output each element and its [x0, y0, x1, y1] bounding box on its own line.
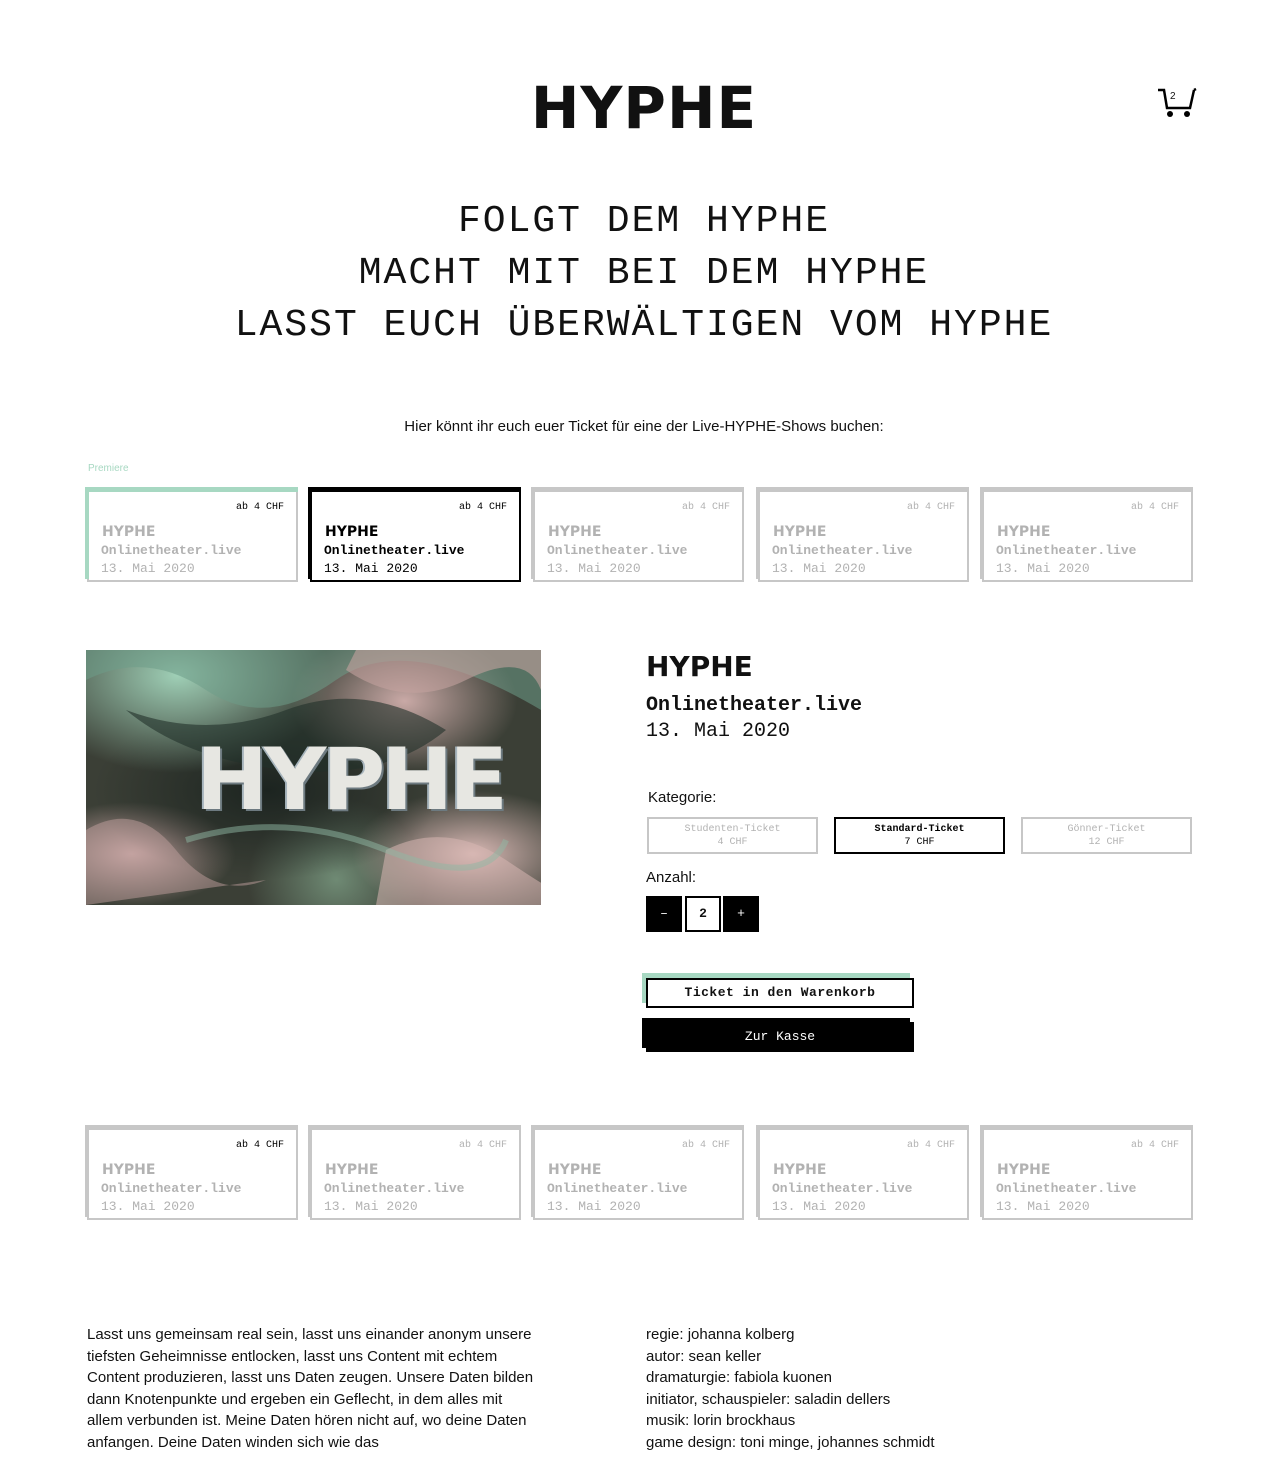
show-price: ab 4 CHF	[458, 502, 507, 513]
show-venue: Onlinetheater.live	[996, 1181, 1137, 1196]
show-date: 13. Mai 2020	[324, 561, 418, 576]
show-title: HYPHE	[997, 1162, 1051, 1178]
checkout-button[interactable]: Zur Kasse	[646, 1022, 914, 1052]
show-price: ab 4 CHF	[235, 1140, 284, 1151]
show-poster-image: HYPHE	[86, 650, 541, 905]
show-price: ab 4 CHF	[681, 502, 730, 513]
cart-count-badge: 2	[1170, 91, 1176, 102]
credit-item: regie: johanna kolberg	[646, 1326, 795, 1343]
show-date: 13. Mai 2020	[547, 1199, 641, 1214]
category-option-patron[interactable]: Gönner-Ticket 12 CHF	[1021, 817, 1192, 854]
show-card[interactable]: ab 4 CHF HYPHE Onlinetheater.live 13. Ma…	[980, 1125, 1193, 1220]
show-price: ab 4 CHF	[1130, 1140, 1179, 1151]
category-price: 7 CHF	[904, 837, 935, 848]
show-price: ab 4 CHF	[1130, 502, 1179, 513]
headline: FOLGT DEM HYPHE MACHT MIT BEI DEM HYPHE …	[0, 196, 1288, 352]
show-card[interactable]: ab 4 CHF HYPHE Onlinetheater.live 13. Ma…	[531, 487, 744, 582]
show-venue: Onlinetheater.live	[101, 1181, 242, 1196]
category-name: Studenten-Ticket	[684, 824, 781, 835]
show-title: HYPHE	[773, 524, 827, 540]
premiere-label: Premiere	[88, 463, 129, 474]
headline-line-3: LASST EUCH ÜBERWÄLTIGEN VOM HYPHE	[234, 304, 1054, 347]
show-card[interactable]: ab 4 CHF HYPHE Onlinetheater.live 13. Ma…	[85, 487, 298, 582]
about-text: Lasst uns gemeinsam real sein, lasst uns…	[87, 1326, 534, 1451]
booking-intro: Hier könnt ihr euch euer Ticket für eine…	[404, 418, 884, 435]
category-option-standard[interactable]: Standard-Ticket 7 CHF	[834, 817, 1005, 854]
category-label: Kategorie:	[648, 789, 717, 806]
credit-item: musik: lorin brockhaus	[646, 1412, 796, 1429]
show-date: 13. Mai 2020	[772, 1199, 866, 1214]
add-to-cart-button[interactable]: Ticket in den Warenkorb	[646, 978, 914, 1008]
show-title: HYPHE	[548, 524, 602, 540]
show-title: HYPHE	[325, 1162, 379, 1178]
show-title: HYPHE	[773, 1162, 827, 1178]
show-date: 13. Mai 2020	[101, 561, 195, 576]
show-card[interactable]: ab 4 CHF HYPHE Onlinetheater.live 13. Ma…	[308, 1125, 521, 1220]
show-title: HYPHE	[102, 524, 156, 540]
show-card[interactable]: ab 4 CHF HYPHE Onlinetheater.live 13. Ma…	[756, 487, 969, 582]
show-price: ab 4 CHF	[681, 1140, 730, 1151]
credits-list: regie: johanna kolberg autor: sean kelle…	[646, 1324, 1206, 1453]
show-price: ab 4 CHF	[458, 1140, 507, 1151]
show-date: 13. Mai 2020	[996, 1199, 1090, 1214]
cart-icon	[1158, 87, 1197, 117]
category-price: 4 CHF	[717, 837, 748, 848]
category-price: 12 CHF	[1088, 837, 1125, 848]
quantity-increment-button[interactable]: +	[723, 896, 759, 932]
show-price: ab 4 CHF	[906, 1140, 955, 1151]
show-venue: Onlinetheater.live	[324, 543, 465, 558]
credit-item: initiator, schauspieler: saladin dellers	[646, 1390, 891, 1408]
show-venue: Onlinetheater.live	[324, 1181, 465, 1196]
show-card[interactable]: ab 4 CHF HYPHE Onlinetheater.live 13. Ma…	[756, 1125, 969, 1220]
show-title: HYPHE	[548, 1162, 602, 1178]
credit-item: game design: toni minge, johannes schmid…	[646, 1433, 935, 1451]
show-venue: Onlinetheater.live	[547, 543, 688, 558]
show-date: 13. Mai 2020	[324, 1199, 418, 1214]
cart-button[interactable]: 2	[1156, 86, 1198, 120]
show-venue: Onlinetheater.live	[772, 1181, 913, 1196]
category-name: Standard-Ticket	[874, 824, 965, 835]
quantity-input[interactable]: 2	[685, 896, 721, 932]
credit-item: dramaturgie: fabiola kuonen	[646, 1369, 832, 1386]
site-logo[interactable]: HYPHE	[0, 74, 1288, 142]
headline-line-2: MACHT MIT BEI DEM HYPHE	[358, 252, 930, 295]
detail-date: 13. Mai 2020	[646, 720, 791, 743]
show-price: ab 4 CHF	[906, 502, 955, 513]
poster-wordmark: HYPHE	[196, 730, 508, 830]
show-card-selected[interactable]: ab 4 CHF HYPHE Onlinetheater.live 13. Ma…	[308, 487, 521, 582]
show-card[interactable]: ab 4 CHF HYPHE Onlinetheater.live 13. Ma…	[531, 1125, 744, 1220]
show-price: ab 4 CHF	[235, 502, 284, 513]
category-name: Gönner-Ticket	[1067, 824, 1146, 835]
detail-title: HYPHE	[646, 650, 753, 683]
show-date: 13. Mai 2020	[772, 561, 866, 576]
quantity-label: Anzahl:	[646, 869, 697, 886]
show-venue: Onlinetheater.live	[996, 543, 1137, 558]
credit-item: autor: sean keller	[646, 1347, 762, 1365]
show-title: HYPHE	[325, 524, 379, 540]
show-venue: Onlinetheater.live	[101, 543, 242, 558]
show-date: 13. Mai 2020	[996, 561, 1090, 576]
show-date: 13. Mai 2020	[547, 561, 641, 576]
show-title: HYPHE	[102, 1162, 156, 1178]
show-venue: Onlinetheater.live	[547, 1181, 688, 1196]
show-date: 13. Mai 2020	[101, 1199, 195, 1214]
show-card[interactable]: ab 4 CHF HYPHE Onlinetheater.live 13. Ma…	[980, 487, 1193, 582]
show-venue: Onlinetheater.live	[772, 543, 913, 558]
show-title: HYPHE	[997, 524, 1051, 540]
headline-line-1: FOLGT DEM HYPHE	[457, 200, 831, 243]
category-option-student[interactable]: Studenten-Ticket 4 CHF	[647, 817, 818, 854]
quantity-decrement-button[interactable]: –	[646, 896, 682, 932]
detail-venue: Onlinetheater.live	[646, 694, 863, 717]
show-card[interactable]: ab 4 CHF HYPHE Onlinetheater.live 13. Ma…	[85, 1125, 298, 1220]
